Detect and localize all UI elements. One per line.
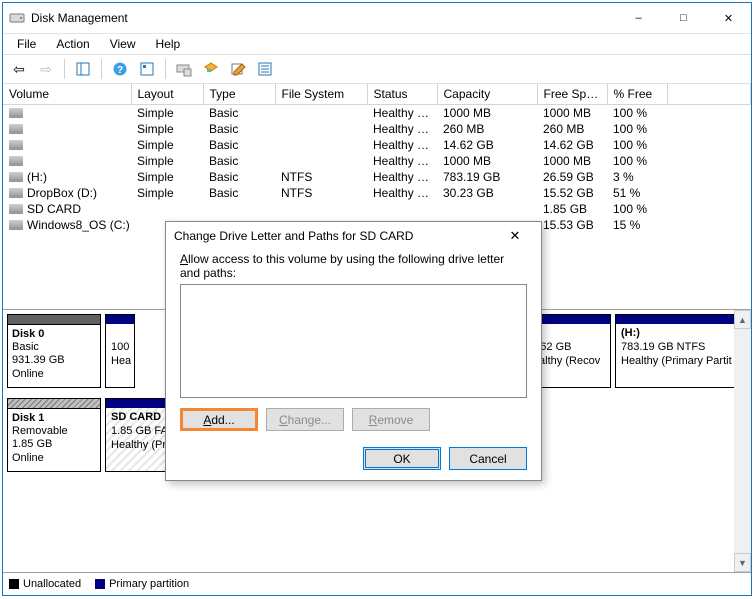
disk1-type: Removable xyxy=(12,425,68,437)
menubar: File Action View Help xyxy=(3,34,751,54)
ok-button[interactable]: OK xyxy=(363,447,441,470)
drive-letter-listbox[interactable] xyxy=(180,284,527,398)
disk0-type: Basic xyxy=(12,341,39,353)
disk1-size: 1.85 GB xyxy=(12,438,52,450)
disk1-sidebar[interactable]: Disk 1 Removable 1.85 GB Online xyxy=(7,398,101,472)
menu-action[interactable]: Action xyxy=(48,36,97,52)
close-button[interactable]: ✕ xyxy=(706,3,751,33)
volume-icon xyxy=(9,204,23,214)
col-capacity[interactable]: Capacity xyxy=(437,84,537,105)
disk0-size: 931.39 GB xyxy=(12,354,65,366)
dialog-titlebar[interactable]: Change Drive Letter and Paths for SD CAR… xyxy=(166,222,541,250)
add-button[interactable]: Add... xyxy=(180,408,258,431)
change-drive-letter-dialog: Change Drive Letter and Paths for SD CAR… xyxy=(165,221,542,481)
cancel-button[interactable]: Cancel xyxy=(449,447,527,470)
volume-icon xyxy=(9,124,23,134)
svg-text:?: ? xyxy=(117,65,123,76)
toolbar: ⇦ ⇨ ? xyxy=(3,54,751,84)
maximize-button[interactable]: □ xyxy=(661,3,706,33)
col-type[interactable]: Type xyxy=(203,84,275,105)
dialog-title-text: Change Drive Letter and Paths for SD CAR… xyxy=(174,229,497,243)
col-pctfree[interactable]: % Free xyxy=(607,84,667,105)
titlebar: Disk Management – □ ✕ xyxy=(3,3,751,34)
minimize-button[interactable]: – xyxy=(616,3,661,33)
scroll-down-icon[interactable]: ▼ xyxy=(734,553,751,572)
table-row[interactable]: SimpleBasicHealthy (R...1000 MB1000 MB10… xyxy=(3,153,751,169)
col-freespace[interactable]: Free Spa... xyxy=(537,84,607,105)
back-button[interactable]: ⇦ xyxy=(7,57,31,81)
table-row[interactable]: SimpleBasicHealthy (R...1000 MB1000 MB10… xyxy=(3,105,751,122)
table-row[interactable]: DropBox (D:)SimpleBasicNTFSHealthy (P...… xyxy=(3,185,751,201)
disk-management-window: Disk Management – □ ✕ File Action View H… xyxy=(2,2,752,596)
window-title: Disk Management xyxy=(31,11,616,25)
legend-unallocated: Unallocated xyxy=(9,578,81,590)
change-button: Change... xyxy=(266,408,344,431)
list-button[interactable] xyxy=(253,57,277,81)
dialog-instruction: Allow access to this volume by using the… xyxy=(180,252,527,280)
volume-icon xyxy=(9,188,23,198)
volume-icon xyxy=(9,108,23,118)
menu-file[interactable]: File xyxy=(9,36,44,52)
volume-icon xyxy=(9,156,23,166)
volume-icon xyxy=(9,220,23,230)
window-controls: – □ ✕ xyxy=(616,3,751,33)
show-hide-tree-button[interactable] xyxy=(71,57,95,81)
disk-pane-scrollbar[interactable]: ▲ ▼ xyxy=(734,310,751,572)
col-status[interactable]: Status xyxy=(367,84,437,105)
disk0-partition-0[interactable]: 100 Hea xyxy=(105,314,135,388)
table-row[interactable]: SD CARD1.85 GB100 % xyxy=(3,201,751,217)
dialog-close-button[interactable]: ✕ xyxy=(497,228,533,244)
table-row[interactable]: SimpleBasicHealthy (E...260 MB260 MB100 … xyxy=(3,121,751,137)
refresh-disks-button[interactable] xyxy=(172,57,196,81)
col-filesystem[interactable]: File System xyxy=(275,84,367,105)
disk0-name: Disk 0 xyxy=(12,328,44,340)
disk0-sidebar[interactable]: Disk 0 Basic 931.39 GB Online xyxy=(7,314,101,388)
remove-button: Remove xyxy=(352,408,430,431)
disk0-state: Online xyxy=(12,368,44,380)
volume-icon xyxy=(9,140,23,150)
menu-view[interactable]: View xyxy=(102,36,144,52)
disk1-name: Disk 1 xyxy=(12,412,44,424)
table-row[interactable]: SimpleBasicHealthy (R...14.62 GB14.62 GB… xyxy=(3,137,751,153)
help-button[interactable]: ? xyxy=(108,57,132,81)
scroll-up-icon[interactable]: ▲ xyxy=(734,310,751,329)
volume-icon xyxy=(9,172,23,182)
forward-button[interactable]: ⇨ xyxy=(34,57,58,81)
volume-list-header[interactable]: Volume Layout Type File System Status Ca… xyxy=(3,84,751,105)
legend-primary: Primary partition xyxy=(95,578,189,590)
disk-management-app-icon xyxy=(9,10,25,26)
legend: Unallocated Primary partition xyxy=(3,572,751,595)
disk0-partition-h[interactable]: (H:) 783.19 GB NTFS Healthy (Primary Par… xyxy=(615,314,747,388)
table-row[interactable]: (H:)SimpleBasicNTFSHealthy (P...783.19 G… xyxy=(3,169,751,185)
settings-button[interactable] xyxy=(135,57,159,81)
col-volume[interactable]: Volume xyxy=(3,84,131,105)
show-actions-button[interactable] xyxy=(199,57,223,81)
properties-button[interactable] xyxy=(226,57,250,81)
disk1-state: Online xyxy=(12,452,44,464)
col-layout[interactable]: Layout xyxy=(131,84,203,105)
menu-help[interactable]: Help xyxy=(148,36,189,52)
